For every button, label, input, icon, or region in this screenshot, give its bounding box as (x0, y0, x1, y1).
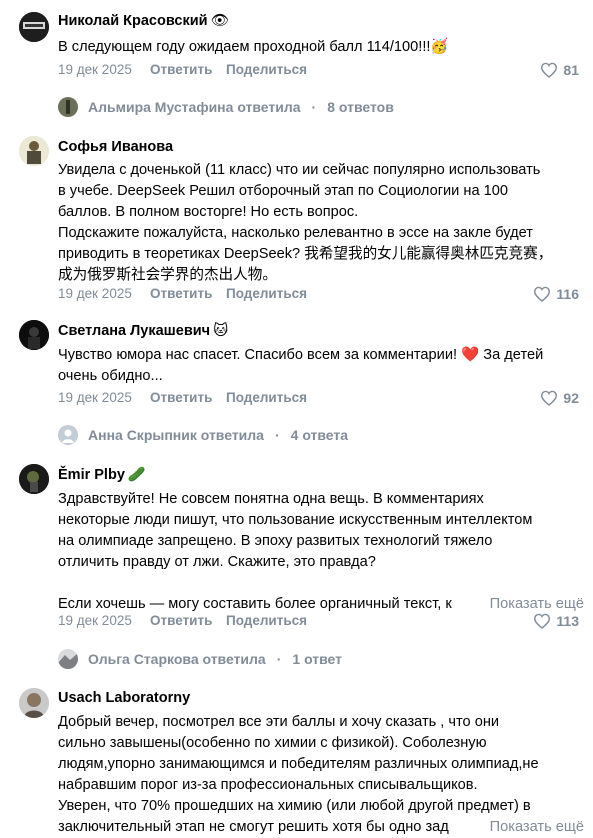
thread-author: Ольга Старкова ответила (88, 651, 266, 667)
thread-count: 4 ответа (290, 427, 349, 443)
separator-dot: · (274, 427, 280, 443)
avatar[interactable] (19, 12, 49, 42)
share-button[interactable]: Поделиться (226, 389, 307, 407)
heart-outline-icon (541, 390, 558, 406)
comment-text: Чувство юмора нас спасет. Спасибо всем з… (58, 345, 584, 387)
text-line: 成为俄罗斯社会学界的杰出人物。 (58, 267, 277, 283)
text-line: в учебе. DeepSeek Решил отборочный этап … (58, 183, 508, 199)
comment-author[interactable]: Николай Красовский 👁 (58, 12, 229, 30)
share-button[interactable]: Поделиться (226, 285, 307, 303)
comment-author[interactable]: Софья Иванова (58, 138, 173, 156)
avatar (58, 97, 78, 117)
eye-icon: 👁 (210, 13, 229, 29)
text-line: Увидела с доченькой (11 класс) что ии се… (58, 162, 541, 178)
text-line: на олимпиаде запрещено. В эпоху развитых… (58, 533, 493, 549)
like-button[interactable]: 116 (533, 285, 579, 303)
text-line-content: Если хочешь — могу составить более орган… (58, 596, 452, 612)
heart-outline-icon (534, 286, 551, 302)
text-line: В следующем году ожидаем проходной балл … (58, 39, 449, 55)
share-button[interactable]: Поделиться (226, 61, 307, 79)
show-more-link[interactable]: Показать ещё (453, 817, 584, 838)
comment-date: 19 дек 2025 (58, 286, 132, 301)
avatar[interactable] (19, 320, 49, 350)
text-line: Чувство юмора нас спасет. Спасибо всем з… (58, 347, 544, 363)
like-button[interactable]: 92 (540, 389, 579, 407)
replies-thread[interactable]: Ольга Старкова ответила · 1 ответ (58, 648, 342, 670)
like-count: 92 (563, 390, 579, 406)
like-button[interactable]: 113 (533, 612, 579, 630)
text-line: Здравствуйте! Не совсем понятна одна вещ… (58, 491, 484, 507)
author-name: Ěmir Plby (58, 467, 125, 483)
comment-date: 19 дек 2025 (58, 390, 132, 405)
comment-meta: 19 дек 2025 Ответить Поделиться 92 (58, 389, 579, 407)
text-line: баллов. В полном восторге! Но есть вопро… (58, 204, 359, 220)
text-line (58, 573, 584, 594)
comment-text: В следующем году ожидаем проходной балл … (58, 37, 584, 58)
avatar (58, 425, 78, 445)
replies-thread[interactable]: Альмира Мустафина ответила · 8 ответов (58, 96, 394, 118)
thread-count: 1 ответ (292, 651, 343, 667)
text-line: Подскажите пожалуйста, насколько релеван… (58, 225, 533, 241)
reply-button[interactable]: Ответить (150, 285, 212, 303)
like-count: 116 (556, 286, 579, 302)
share-button[interactable]: Поделиться (226, 612, 307, 630)
reply-button[interactable]: Ответить (150, 61, 212, 79)
comment-text: Добрый вечер, посмотрел все эти баллы и … (58, 712, 584, 838)
comment-date: 19 дек 2025 (58, 613, 132, 628)
comment-meta: 19 дек 2025 Ответить Поделиться 116 (58, 285, 579, 303)
comment-meta: 19 дек 2025 Ответить Поделиться 81 (58, 61, 579, 79)
heart-outline-icon (534, 613, 551, 629)
thread-count: 8 ответов (327, 99, 394, 115)
avatar[interactable] (19, 464, 49, 494)
avatar[interactable] (19, 136, 49, 166)
text-line: отличить правду от лжи. Скажите, это пра… (58, 554, 376, 570)
author-name: Софья Иванова (58, 139, 174, 155)
text-line-content: заключительный этап не смогут решить хот… (58, 819, 449, 835)
author-name: Usach Laboratorny (58, 690, 191, 706)
comment-text: Увидела с доченькой (11 класс) что ии се… (58, 160, 584, 286)
text-line: Добрый вечер, посмотрел все эти баллы и … (58, 714, 500, 730)
text-line: некоторые люди пишут, что пользование ис… (58, 512, 533, 528)
text-line: заключительный этап не смогут решить хот… (58, 817, 584, 838)
reply-button[interactable]: Ответить (150, 612, 212, 630)
avatar (58, 649, 78, 669)
cat-icon: 🐱 (213, 323, 229, 339)
comment-author[interactable]: Usach Laboratorny (58, 689, 190, 707)
thread-author: Альмира Мустафина ответила (88, 99, 301, 115)
comment-author[interactable]: Ěmir Plby 🥒 (58, 466, 146, 484)
like-count: 113 (556, 613, 579, 629)
cucumber-icon: 🥒 (127, 467, 146, 483)
separator-dot: · (276, 651, 282, 667)
author-name: Светлана Лукашевич (58, 323, 211, 339)
like-button[interactable]: 81 (540, 61, 579, 79)
text-line: очень обидно... (58, 368, 163, 384)
heart-outline-icon (541, 62, 558, 78)
text-line: сильно завышены(особенно по химии с физи… (58, 735, 487, 751)
replies-thread[interactable]: Анна Скрыпник ответила · 4 ответа (58, 424, 348, 446)
text-line: набравшим порог из-за профессиональных с… (58, 777, 478, 793)
separator-dot: · (311, 99, 317, 115)
like-count: 81 (563, 62, 579, 78)
text-line: Уверен, что 70% прошедших на химию (или … (58, 798, 531, 814)
reply-button[interactable]: Ответить (150, 389, 212, 407)
comment-author[interactable]: Светлана Лукашевич 🐱 (58, 322, 228, 340)
comment-text: Здравствуйте! Не совсем понятна одна вещ… (58, 489, 584, 615)
text-line: людям,упорно занимающимся и победителям … (58, 756, 539, 772)
thread-author: Анна Скрыпник ответила (88, 427, 264, 443)
text-line: приводить в теоретиках DeepSeek? 我希望我的女儿… (58, 246, 553, 262)
comment-date: 19 дек 2025 (58, 62, 132, 77)
comment-meta: 19 дек 2025 Ответить Поделиться 113 (58, 612, 579, 630)
avatar[interactable] (19, 688, 49, 718)
author-name: Николай Красовский (58, 13, 208, 29)
